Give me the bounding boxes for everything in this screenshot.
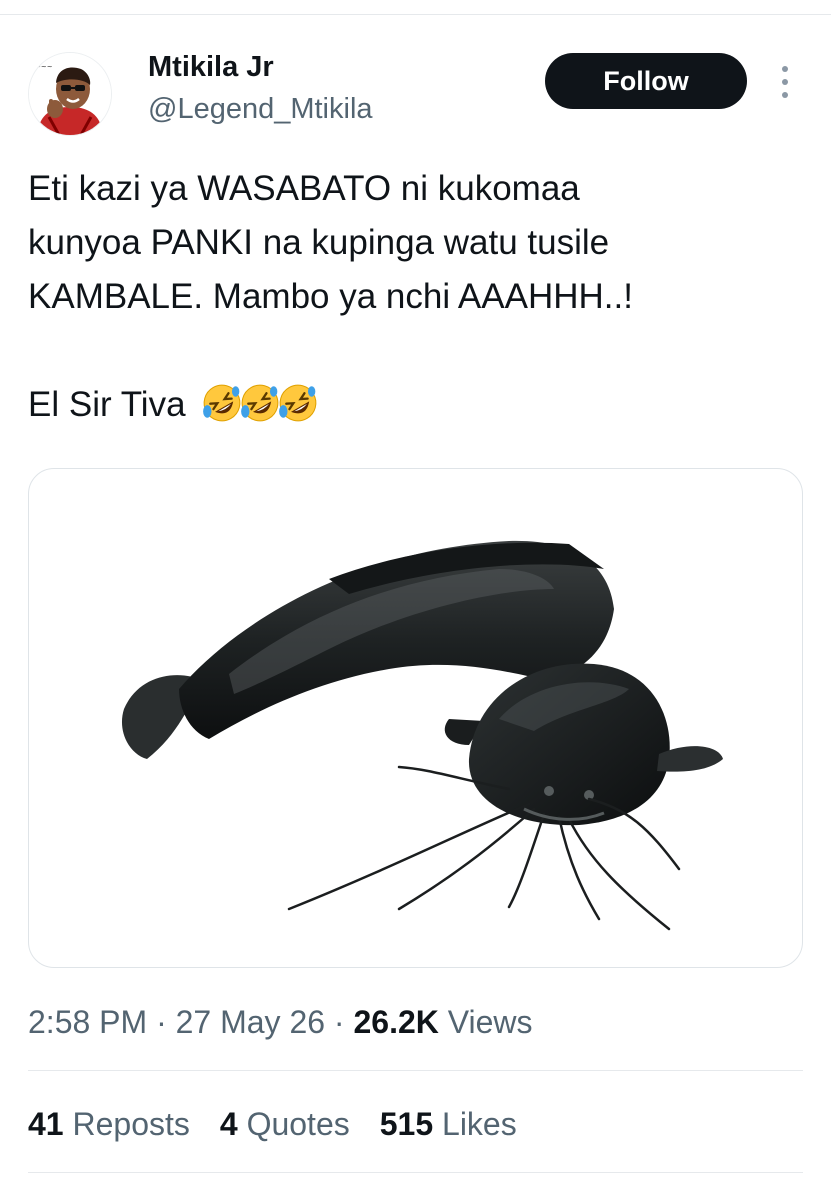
rolling-laughing-emoji-icon (279, 384, 317, 422)
tweet-text: Eti kazi ya WASABATO ni kukomaa kunyoa P… (28, 162, 798, 432)
tweet-line: Eti kazi ya WASABATO ni kukomaa (28, 169, 580, 208)
divider (28, 1070, 803, 1071)
display-name[interactable]: Mtikila Jr (148, 50, 274, 84)
tweet-media[interactable] (28, 468, 803, 968)
more-vertical-icon[interactable] (770, 62, 800, 102)
emoji-row (201, 382, 317, 424)
avatar[interactable]: ~~~ (28, 52, 112, 136)
tweet-line: kunyoa PANKI na kupinga watu tusile (28, 223, 610, 262)
views-count: 26.2K (353, 1004, 439, 1040)
likes-label: Likes (442, 1106, 517, 1142)
reposts-stat[interactable]: 41 Reposts (28, 1104, 190, 1144)
more-dot (782, 92, 788, 98)
reposts-label: Reposts (72, 1106, 190, 1142)
separator-dot: · (333, 1004, 345, 1040)
views-label: Views (447, 1004, 533, 1040)
engagement-stats: 41 Reposts 4 Quotes 515 Likes (28, 1104, 517, 1144)
top-divider (0, 14, 831, 15)
user-handle[interactable]: @Legend_Mtikila (148, 92, 373, 126)
tweet-line: KAMBALE. Mambo ya nchi AAAHHH..! (28, 277, 633, 316)
more-dot (782, 79, 788, 85)
likes-count: 515 (379, 1106, 434, 1142)
tweet-metadata: 2:58 PM · 27 May 26 · 26.2K Views (28, 1002, 533, 1042)
tweet-date[interactable]: 27 May 26 (176, 1004, 325, 1040)
svg-text:~~~: ~~~ (35, 63, 53, 71)
rolling-laughing-emoji-icon (241, 384, 279, 422)
rolling-laughing-emoji-icon (203, 384, 241, 422)
catfish-photo-icon (121, 540, 723, 931)
tweet-signoff-line: El Sir Tiva (28, 378, 798, 432)
tweet-time[interactable]: 2:58 PM (28, 1004, 147, 1040)
separator-dot: · (156, 1004, 167, 1040)
follow-button[interactable]: Follow (545, 53, 747, 109)
reposts-count: 41 (28, 1106, 64, 1142)
quotes-stat[interactable]: 4 Quotes (220, 1104, 350, 1144)
likes-stat[interactable]: 515 Likes (380, 1104, 517, 1144)
quotes-label: Quotes (246, 1106, 350, 1142)
more-dot (782, 66, 788, 72)
tweet-signoff: El Sir Tiva (28, 385, 186, 424)
quotes-count: 4 (219, 1106, 238, 1142)
profile-photo-icon: ~~~ (29, 53, 111, 135)
divider (28, 1172, 803, 1173)
